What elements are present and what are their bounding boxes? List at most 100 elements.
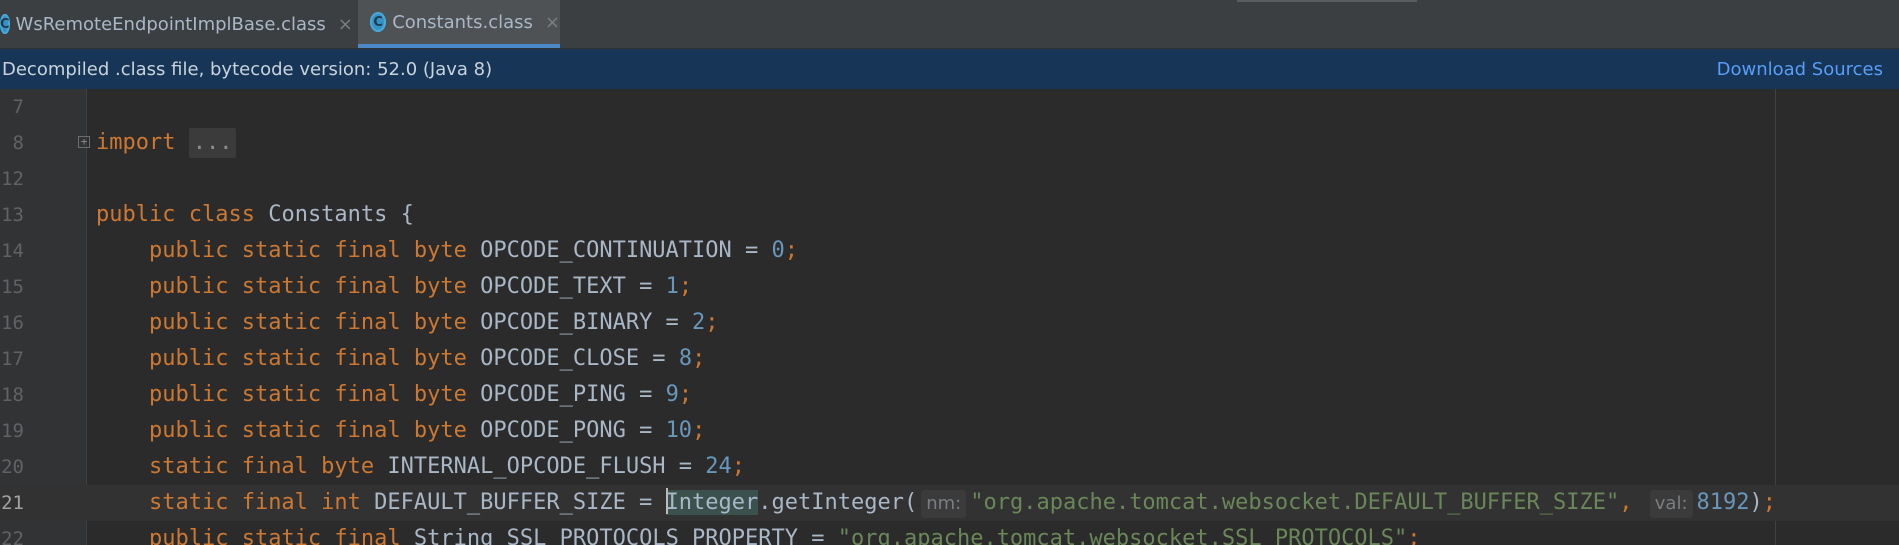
keyword: public static final byte — [148, 274, 467, 299]
identifier: OPCODE_CONTINUATION = — [480, 238, 772, 263]
semicolon: ; — [692, 346, 706, 371]
line-number: 12 — [1, 168, 24, 190]
closing-paren: ) — [1749, 490, 1763, 515]
download-sources-link[interactable]: Download Sources — [1717, 59, 1899, 80]
editor-tab-bar: C WsRemoteEndpointImplBase.class × C Con… — [0, 0, 1899, 49]
tab-label: Constants.class — [392, 11, 533, 33]
number-literal: 1 — [665, 274, 679, 299]
identifier: OPCODE_CLOSE = — [480, 346, 679, 371]
line-number: 21 — [1, 492, 24, 514]
code-line-current: 21 static final int DEFAULT_BUFFER_SIZE … — [0, 485, 1899, 521]
code-line: 18 public static final byte OPCODE_PING … — [0, 377, 1899, 413]
keyword: public static final byte — [148, 418, 467, 443]
line-number: 13 — [1, 204, 24, 226]
semicolon: ; — [692, 418, 706, 443]
semicolon: ; — [678, 382, 693, 407]
number-literal: 2 — [692, 310, 706, 335]
tab-label: WsRemoteEndpointImplBase.class — [15, 13, 326, 35]
code-text: public static final byte OPCODE_CLOSE = … — [96, 341, 705, 377]
semicolon: ; — [731, 454, 746, 479]
code-line: 12 — [0, 161, 1899, 197]
line-number: 15 — [1, 276, 24, 298]
line-number: 22 — [1, 528, 24, 545]
code-line: 16 public static final byte OPCODE_BINAR… — [0, 305, 1899, 341]
decompiled-notice-banner: Decompiled .class file, bytecode version… — [0, 49, 1899, 89]
string-literal: "org.apache.tomcat.websocket.SSL_PROTOCO… — [837, 526, 1408, 545]
identifier: OPCODE_PING = — [480, 382, 666, 407]
line-number: 16 — [1, 312, 24, 334]
line-number: 7 — [12, 96, 24, 118]
keyword: public static final byte — [148, 346, 467, 371]
keyword: static final int — [148, 490, 361, 515]
keyword: public class — [96, 202, 255, 227]
identifier: OPCODE_TEXT = — [480, 274, 666, 299]
folded-imports[interactable]: ... — [188, 128, 237, 158]
code-line: 13 public class Constants { — [0, 197, 1899, 233]
code-line: 7 — [0, 89, 1899, 125]
number-literal: 9 — [665, 382, 679, 407]
code-line: 17 public static final byte OPCODE_CLOSE… — [0, 341, 1899, 377]
code-editor[interactable]: 7 8 + import ... 12 13 public class Cons… — [0, 89, 1899, 545]
keyword: public static final — [148, 526, 401, 545]
semicolon: ; — [784, 238, 799, 263]
class-file-icon: C — [370, 12, 387, 32]
semicolon: ; — [1407, 526, 1421, 545]
parameter-hint: val: — [1649, 490, 1693, 518]
line-number: 8 — [12, 132, 24, 154]
code-line: 8 + import ... — [0, 125, 1899, 161]
code-text: public static final byte OPCODE_CONTINUA… — [96, 233, 798, 269]
keyword: static final byte — [148, 454, 375, 479]
code-line: 15 public static final byte OPCODE_TEXT … — [0, 269, 1899, 305]
keyword: public static final byte — [148, 310, 467, 335]
identifier: OPCODE_BINARY = — [480, 310, 693, 335]
identifier: String SSL_PROTOCOLS_PROPERTY = — [413, 526, 838, 545]
close-icon[interactable]: × — [545, 12, 560, 33]
line-number: 20 — [1, 456, 24, 478]
code-text: public static final byte OPCODE_PING = 9… — [96, 377, 692, 413]
code-line: 19 public static final byte OPCODE_PONG … — [0, 413, 1899, 449]
method-call: .getInteger( — [758, 490, 918, 515]
semicolon: ; — [705, 310, 719, 335]
tab-wsremoteendpointimplbase[interactable]: C WsRemoteEndpointImplBase.class × — [0, 0, 353, 48]
number-literal: 24 — [705, 454, 732, 479]
line-number: 14 — [1, 240, 24, 262]
string-literal: "org.apache.tomcat.websocket.DEFAULT_BUF… — [970, 490, 1620, 515]
code-text: static final int DEFAULT_BUFFER_SIZE = I… — [96, 485, 1776, 521]
code-text: import ... — [96, 125, 237, 161]
line-number: 18 — [1, 384, 24, 406]
number-literal: 8192 — [1696, 490, 1750, 515]
tab-bar-splitter — [1237, 0, 1417, 2]
line-number: 17 — [1, 348, 24, 370]
code-line: 20 static final byte INTERNAL_OPCODE_FLU… — [0, 449, 1899, 485]
identifier: INTERNAL_OPCODE_FLUSH = — [387, 454, 706, 479]
code-line: 22 public static final String SSL_PROTOC… — [0, 521, 1899, 545]
close-icon[interactable]: × — [338, 14, 353, 35]
number-literal: 8 — [678, 346, 693, 371]
code-text: public class Constants { — [96, 197, 414, 233]
class-name: Constants { — [268, 202, 414, 227]
fold-expand-icon[interactable]: + — [78, 136, 90, 148]
class-file-icon: C — [0, 14, 10, 34]
code-text: public static final byte OPCODE_BINARY =… — [96, 305, 719, 341]
number-literal: 10 — [665, 418, 693, 443]
keyword: import — [96, 130, 176, 155]
code-text: public static final byte OPCODE_PONG = 1… — [96, 413, 705, 449]
text-caret — [665, 488, 668, 514]
code-text: static final byte INTERNAL_OPCODE_FLUSH … — [96, 449, 745, 485]
identifier: DEFAULT_BUFFER_SIZE = — [374, 490, 666, 515]
number-literal: 0 — [771, 238, 785, 263]
code-text: public static final byte OPCODE_TEXT = 1… — [96, 269, 692, 305]
class-reference[interactable]: Integer — [665, 490, 759, 515]
comma: , — [1619, 490, 1633, 515]
banner-message: Decompiled .class file, bytecode version… — [2, 58, 493, 80]
keyword: public static final byte — [148, 238, 467, 263]
identifier: OPCODE_PONG = — [480, 418, 666, 443]
tab-constants[interactable]: C Constants.class × — [358, 0, 560, 48]
semicolon: ; — [678, 274, 693, 299]
code-text: public static final String SSL_PROTOCOLS… — [96, 521, 1421, 545]
line-number: 19 — [1, 420, 24, 442]
semicolon: ; — [1762, 490, 1776, 515]
code-line: 14 public static final byte OPCODE_CONTI… — [0, 233, 1899, 269]
parameter-hint: nm: — [921, 490, 967, 518]
keyword: public static final byte — [148, 382, 467, 407]
